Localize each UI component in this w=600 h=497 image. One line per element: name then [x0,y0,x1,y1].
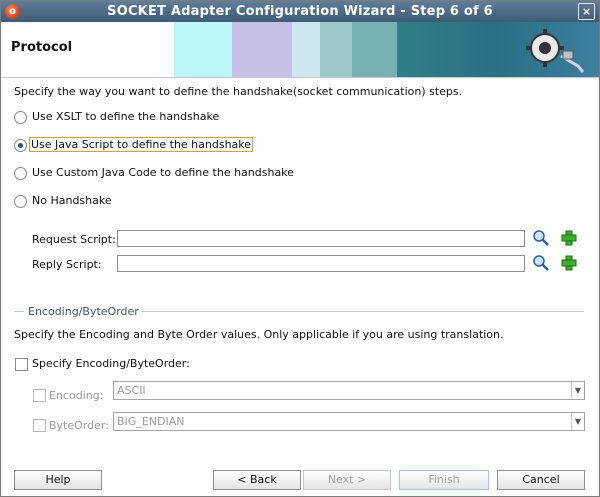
plug-gear-icon [526,29,585,73]
add-icon[interactable] [559,229,579,247]
close-button[interactable]: × [578,3,595,20]
search-icon[interactable] [531,229,551,247]
next-button[interactable]: Next > [303,470,391,490]
specify-encoding-label[interactable]: Specify Encoding/ByteOrder: [32,357,190,370]
reply-script-label: Reply Script: [32,258,102,271]
search-icon[interactable] [531,254,551,272]
title-bar: o SOCKET Adapter Configuration Wizard - … [1,1,599,22]
header-band [174,22,232,77]
finish-button[interactable]: Finish [399,470,489,490]
back-button[interactable]: < Back [213,470,301,490]
byteorder-label: ByteOrder: [49,419,109,432]
header-band [292,22,320,77]
specify-encoding-checkbox[interactable] [15,358,28,371]
header-band [352,22,397,77]
radio-custom-java-label[interactable]: Use Custom Java Code to define the hands… [32,166,294,179]
radio-no-handshake[interactable] [14,195,27,208]
step-title: Protocol [11,40,73,55]
section-divider [141,311,584,312]
wizard-window: o SOCKET Adapter Configuration Wizard - … [0,0,600,497]
byteorder-value: BIG_ENDIAN [117,415,185,428]
header-band [232,22,292,77]
chevron-down-icon[interactable]: ▼ [571,382,584,399]
wizard-header: Protocol [1,22,599,78]
encoding-section-heading: Encoding/ByteOrder [28,305,139,318]
add-icon[interactable] [559,254,579,272]
byteorder-select[interactable]: BIG_ENDIAN ▼ [113,412,585,431]
radio-no-handshake-label[interactable]: No Handshake [32,194,112,207]
radio-xslt[interactable] [14,111,27,124]
encoding-description: Specify the Encoding and Byte Order valu… [14,328,504,341]
radio-xslt-label[interactable]: Use XSLT to define the handshake [32,110,219,123]
intro-text: Specify the way you want to define the h… [14,85,463,98]
header-band [320,22,352,77]
help-button[interactable]: Help [14,470,102,490]
chevron-down-icon[interactable]: ▼ [571,413,584,430]
reply-script-field[interactable] [117,255,525,272]
encoding-select[interactable]: ASCII ▼ [113,381,585,400]
radio-javascript[interactable] [14,139,27,152]
request-script-field[interactable] [117,230,525,247]
section-divider [14,311,24,312]
window-title: SOCKET Adapter Configuration Wizard - St… [107,4,493,19]
cancel-button[interactable]: Cancel [497,470,585,490]
byteorder-checkbox[interactable] [33,419,46,432]
request-script-label: Request Script: [32,233,116,246]
radio-javascript-label[interactable]: Use Java Script to define the handshake [28,137,254,152]
encoding-checkbox[interactable] [33,389,46,402]
radio-custom-java[interactable] [14,167,27,180]
encoding-label: Encoding: [49,389,104,402]
encoding-value: ASCII [117,384,146,397]
